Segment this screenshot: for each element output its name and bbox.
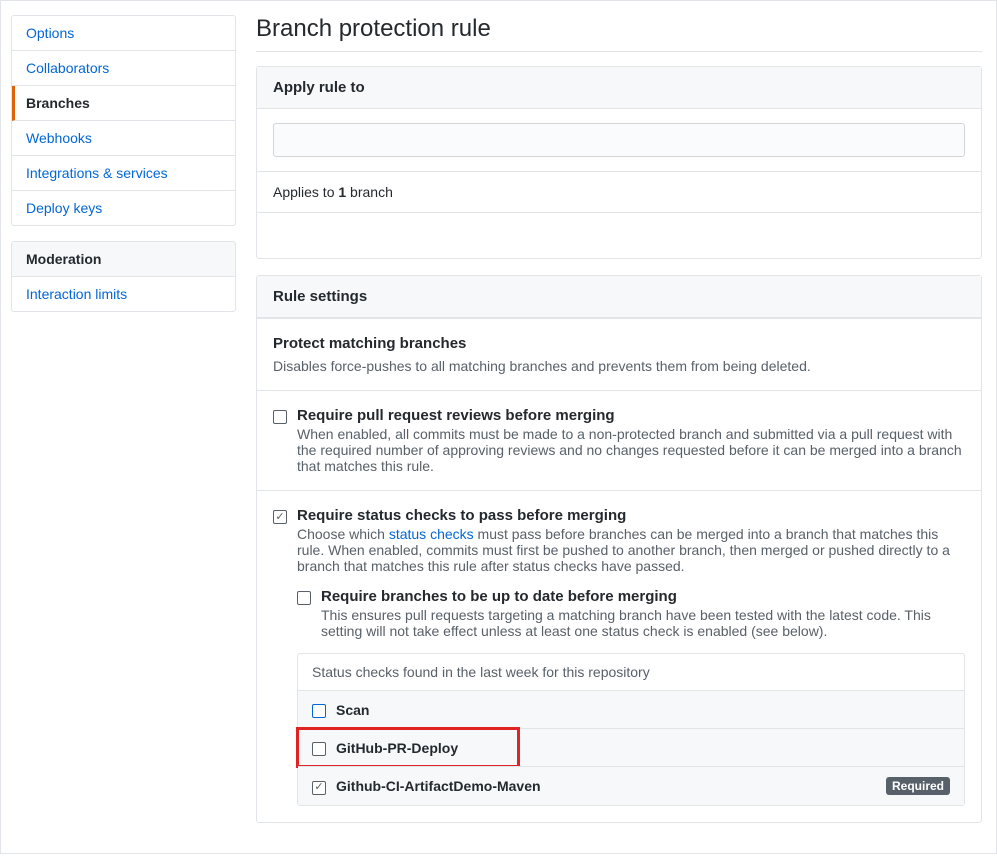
pr-deploy-name: GitHub-PR-Deploy [336, 740, 458, 756]
rule-settings-panel: Rule settings Protect matching branches … [256, 275, 982, 823]
nav-deploy-keys[interactable]: Deploy keys [12, 191, 235, 225]
protect-section: Protect matching branches Disables force… [257, 318, 981, 390]
scan-checkbox[interactable] [312, 704, 326, 718]
status-checks-head: Status checks found in the last week for… [298, 654, 964, 690]
require-status-checkbox[interactable] [273, 510, 287, 524]
protect-desc: Disables force-pushes to all matching br… [273, 358, 965, 374]
require-uptodate-checkbox[interactable] [297, 591, 311, 605]
status-check-scan[interactable]: Scan [298, 690, 964, 728]
require-pr-desc: When enabled, all commits must be made t… [297, 426, 965, 474]
protect-title: Protect matching branches [273, 335, 965, 352]
applies-to-text: Applies to 1 branch [257, 171, 981, 212]
require-uptodate-desc: This ensures pull requests targeting a m… [321, 607, 965, 639]
status-check-ci-maven[interactable]: Github-CI-ArtifactDemo-Maven Required [298, 766, 964, 805]
require-status-desc: Choose which status checks must pass bef… [297, 526, 965, 574]
branch-pattern-input[interactable] [273, 123, 965, 157]
nav-options[interactable]: Options [12, 16, 235, 51]
ci-maven-checkbox[interactable] [312, 781, 326, 795]
apply-rule-header: Apply rule to [257, 67, 981, 109]
require-pr-label: Require pull request reviews before merg… [297, 407, 965, 424]
require-uptodate-label: Require branches to be up to date before… [321, 588, 965, 605]
ci-maven-name: Github-CI-ArtifactDemo-Maven [336, 778, 541, 794]
moderation-header: Moderation [12, 242, 235, 277]
status-checks-link[interactable]: status checks [389, 526, 474, 542]
scan-name: Scan [336, 702, 369, 718]
settings-sidebar: Options Collaborators Branches Webhooks … [1, 1, 236, 853]
nav-integrations[interactable]: Integrations & services [12, 156, 235, 191]
settings-nav: Options Collaborators Branches Webhooks … [11, 15, 236, 226]
require-status-section: Require status checks to pass before mer… [257, 490, 981, 822]
status-check-pr-deploy[interactable]: GitHub-PR-Deploy [298, 728, 964, 766]
status-checks-panel: Status checks found in the last week for… [297, 653, 965, 806]
apply-rule-panel: Apply rule to Applies to 1 branch [256, 66, 982, 259]
page-title: Branch protection rule [256, 15, 982, 52]
required-badge: Required [886, 777, 950, 795]
nav-collaborators[interactable]: Collaborators [12, 51, 235, 86]
nav-interaction-limits[interactable]: Interaction limits [12, 277, 235, 311]
moderation-nav: Moderation Interaction limits [11, 241, 236, 312]
rule-settings-header: Rule settings [257, 276, 981, 318]
require-status-label: Require status checks to pass before mer… [297, 507, 965, 524]
main-content: Branch protection rule Apply rule to App… [236, 1, 996, 853]
pr-deploy-checkbox[interactable] [312, 742, 326, 756]
require-pr-section: Require pull request reviews before merg… [257, 390, 981, 490]
blank-row [257, 212, 981, 258]
nav-branches[interactable]: Branches [12, 86, 235, 121]
nav-webhooks[interactable]: Webhooks [12, 121, 235, 156]
require-pr-checkbox[interactable] [273, 410, 287, 424]
